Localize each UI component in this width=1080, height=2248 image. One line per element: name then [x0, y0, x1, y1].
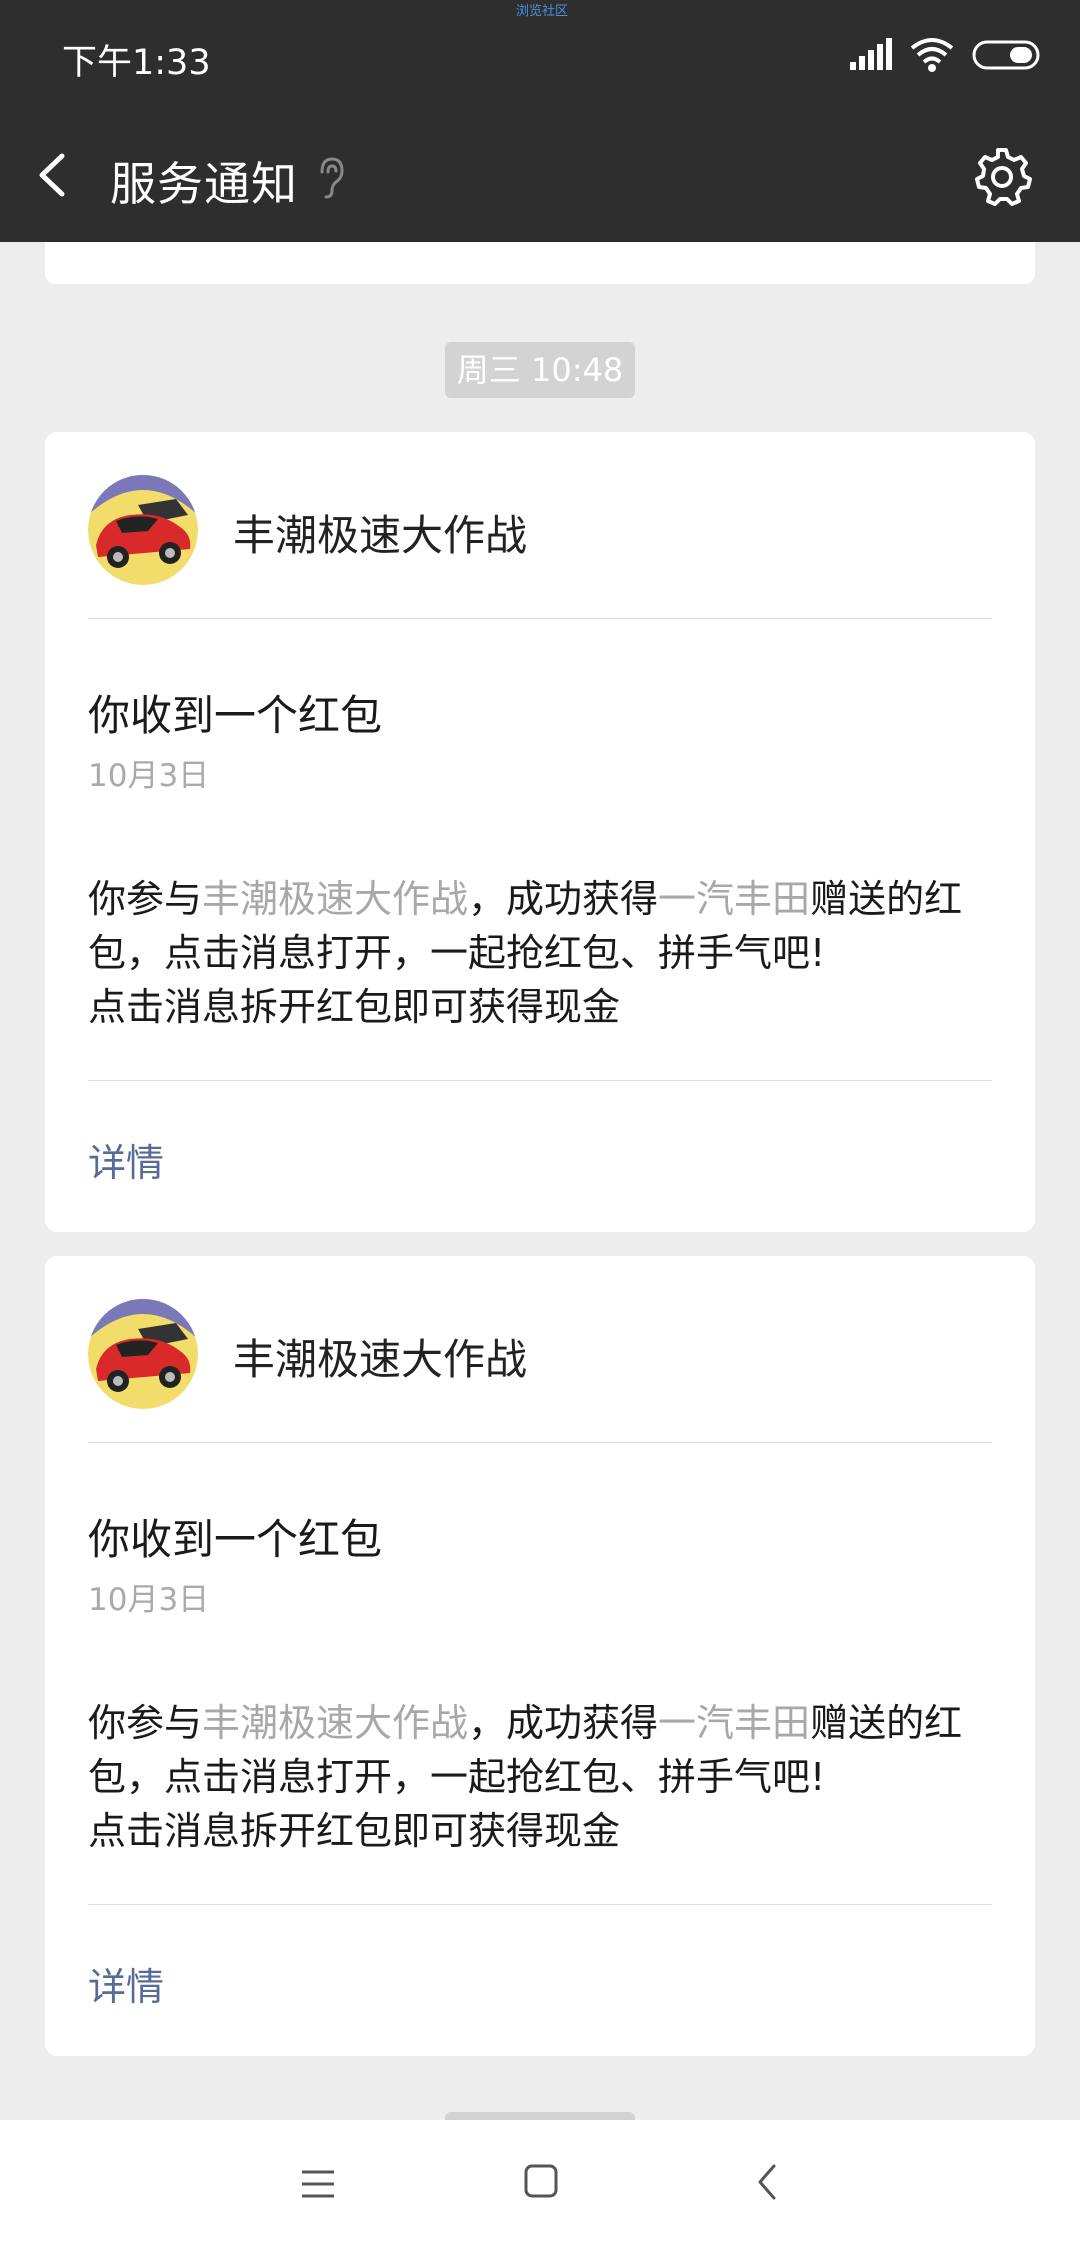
message-body: 你参与丰潮极速大作战，成功获得一汽丰田赠送的红包，点击消息打开，一起抢红包、拼手…: [88, 872, 1008, 1034]
divider: [88, 1904, 992, 1905]
highlight-activity: 丰潮极速大作战: [202, 1701, 469, 1745]
title-bar: 服务通知: [0, 110, 1080, 242]
message-body: 你参与丰潮极速大作战，成功获得一汽丰田赠送的红包，点击消息打开，一起抢红包、拼手…: [88, 1696, 1008, 1858]
body-text: 点击消息拆开红包即可获得现金: [88, 985, 621, 1029]
menu-icon[interactable]: [298, 2164, 338, 2204]
system-nav-bar: [0, 2120, 1080, 2248]
nav-back-icon[interactable]: [752, 2162, 782, 2202]
sender-name: 丰潮极速大作战: [233, 1335, 528, 1384]
gear-icon[interactable]: [972, 146, 1032, 206]
body-text: 点击消息拆开红包即可获得现金: [88, 1809, 621, 1853]
message-date: 10月3日: [88, 1582, 210, 1618]
divider: [88, 1442, 992, 1443]
car-avatar-icon: [88, 475, 198, 585]
notification-card[interactable]: 丰潮极速大作战 你收到一个红包 10月3日 你参与丰潮极速大作战，成功获得一汽丰…: [45, 1256, 1035, 2056]
message-title: 你收到一个红包: [88, 691, 383, 740]
notification-card[interactable]: 丰潮极速大作战 你收到一个红包 10月3日 你参与丰潮极速大作战，成功获得一汽丰…: [45, 432, 1035, 1232]
body-text: ，成功获得: [468, 1701, 659, 1745]
status-time: 下午1:33: [62, 43, 211, 83]
signal-icon: [850, 38, 892, 70]
body-text: ，成功获得: [468, 877, 659, 921]
highlight-sponsor: 一汽丰田: [658, 877, 811, 921]
page-title: 服务通知: [110, 157, 298, 211]
ear-icon: [320, 157, 344, 199]
message-date: 10月3日: [88, 758, 210, 794]
sender-name: 丰潮极速大作战: [233, 511, 528, 560]
avatar: [88, 475, 198, 585]
battery-icon: [972, 40, 1040, 70]
highlight-sponsor: 一汽丰田: [658, 1701, 811, 1745]
detail-link[interactable]: 详情: [88, 1956, 164, 2011]
message-title: 你收到一个红包: [88, 1515, 383, 1564]
home-icon[interactable]: [522, 2162, 560, 2200]
back-arrow-icon[interactable]: [30, 150, 80, 200]
detail-link[interactable]: 详情: [88, 1132, 164, 1187]
status-bar: 下午1:33 浏览社区: [0, 0, 1080, 110]
highlight-activity: 丰潮极速大作战: [202, 877, 469, 921]
divider: [88, 1080, 992, 1081]
body-text: 你参与: [88, 877, 203, 921]
wifi-icon: [910, 38, 954, 72]
status-center-text: 浏览社区: [516, 4, 569, 19]
body-text: 你参与: [88, 1701, 203, 1745]
car-avatar-icon: [88, 1299, 198, 1409]
avatar: [88, 1299, 198, 1409]
timestamp-pill: 周三 10:48: [445, 342, 635, 398]
previous-card-edge: [45, 242, 1035, 284]
divider: [88, 618, 992, 619]
